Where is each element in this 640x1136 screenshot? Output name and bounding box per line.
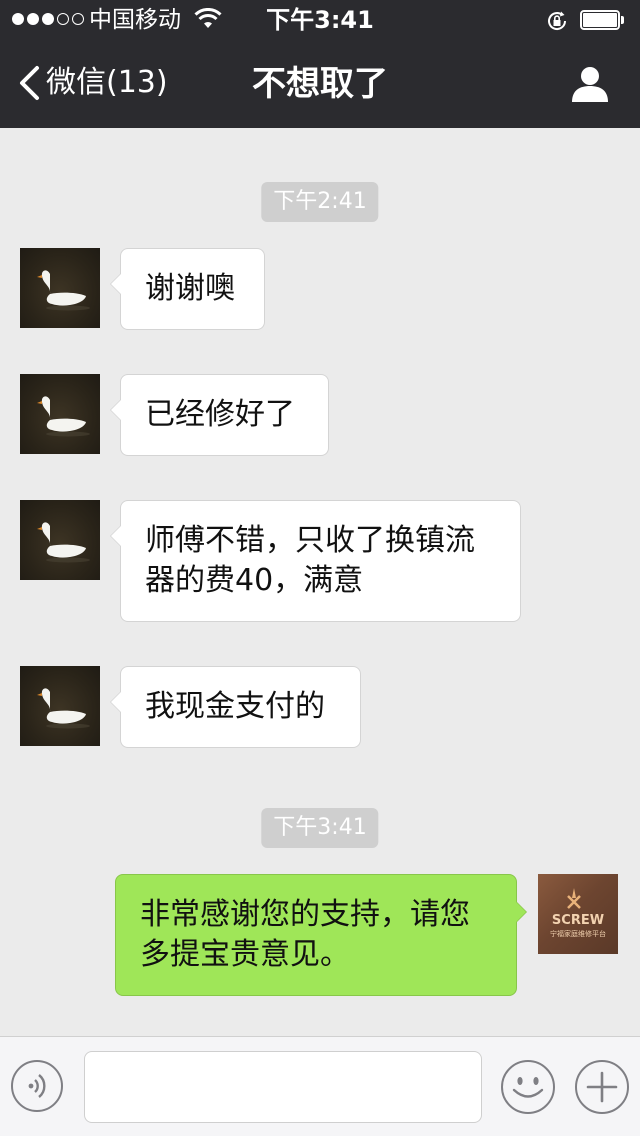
message-text: 非常感谢您的支持，请您多提宝贵意见。: [140, 897, 470, 972]
incoming-message[interactable]: 谢谢噢: [110, 248, 265, 330]
rotation-lock-icon: [545, 9, 569, 37]
add-button[interactable]: [574, 1059, 630, 1115]
nav-bar: 微信(13) 不想取了: [0, 40, 640, 128]
logo-subtext: 宁福家庭维修平台: [550, 929, 606, 938]
emoji-button[interactable]: [500, 1059, 556, 1115]
profile-icon: [572, 67, 608, 102]
header: 中国移动 下午3:41 微信(13) 不想取了: [0, 0, 640, 128]
input-bar: [0, 1036, 640, 1136]
incoming-message[interactable]: 师傅不错，只收了换镇流器的费40，满意: [110, 500, 521, 622]
message-input[interactable]: [84, 1051, 482, 1123]
message-text: 我现金支付的: [145, 689, 325, 724]
logo-text: SCREW: [552, 913, 604, 928]
swan-icon: [37, 688, 90, 729]
emoji-icon: [501, 1060, 555, 1114]
message-text: 谢谢噢: [145, 271, 235, 306]
swan-icon: [37, 522, 90, 563]
swan-icon: [37, 270, 90, 311]
contact-avatar[interactable]: [20, 500, 100, 580]
message-text: 师傅不错，只收了换镇流器的费40，满意: [145, 523, 475, 598]
contact-avatar[interactable]: [20, 666, 100, 746]
chat-info-button[interactable]: [570, 64, 610, 104]
time-stamp: 下午2:41: [261, 182, 379, 222]
swan-icon: [37, 396, 90, 437]
battery-icon: [580, 10, 626, 30]
incoming-message[interactable]: 我现金支付的: [110, 666, 361, 748]
status-time: 下午3:41: [266, 6, 374, 34]
message-text: 已经修好了: [145, 397, 295, 432]
contact-avatar[interactable]: [20, 374, 100, 454]
voice-icon: [11, 1060, 63, 1112]
my-avatar[interactable]: SCREW 宁福家庭维修平台: [538, 874, 618, 954]
time-stamp: 下午3:41: [261, 808, 379, 848]
chat-area[interactable]: 下午2:41 谢谢噢 已经修好了 师傅不错，只收了换镇流器的费40，满意 我现金…: [0, 128, 640, 1036]
add-icon: [575, 1060, 629, 1114]
chat-title: 不想取了: [252, 64, 388, 104]
status-bar: 中国移动 下午3:41: [0, 0, 640, 40]
voice-button[interactable]: [10, 1059, 64, 1113]
outgoing-message[interactable]: 非常感谢您的支持，请您多提宝贵意见。: [115, 874, 527, 996]
contact-avatar[interactable]: [20, 248, 100, 328]
screw-logo-icon: SCREW 宁福家庭维修平台: [550, 888, 606, 938]
incoming-message[interactable]: 已经修好了: [110, 374, 329, 456]
